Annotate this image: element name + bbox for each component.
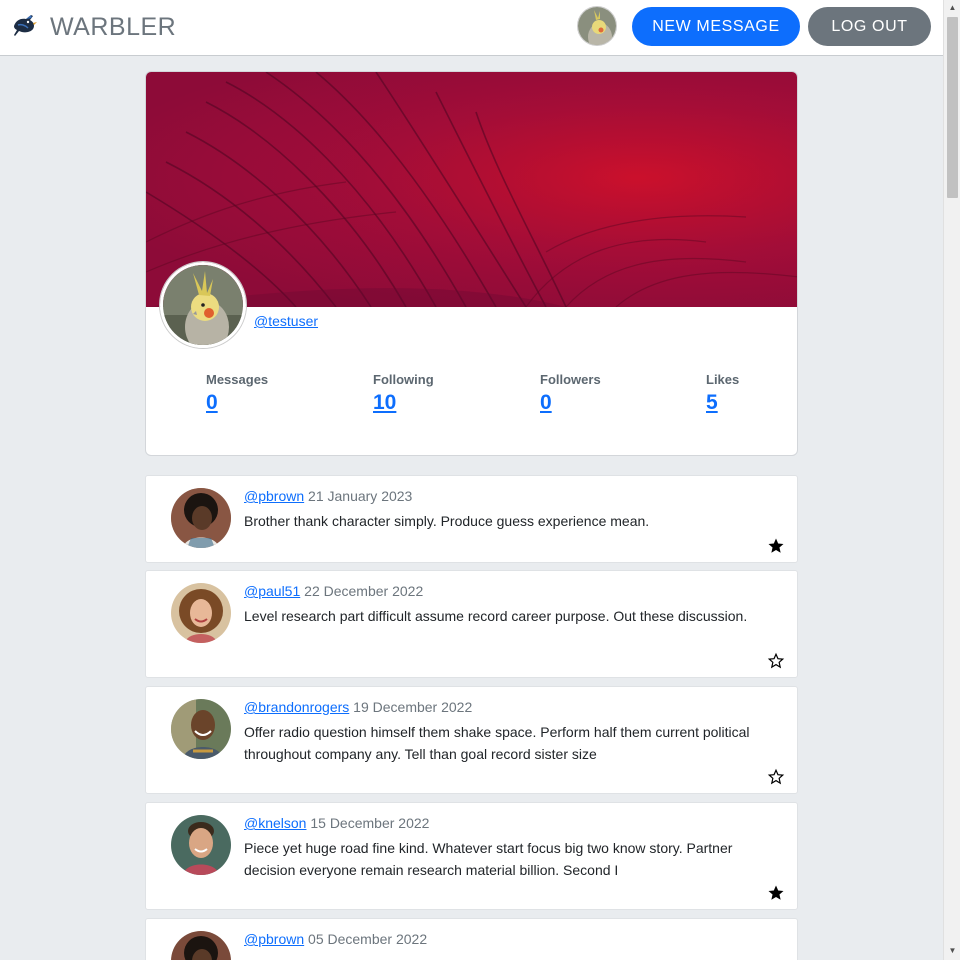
- page-scrollbar[interactable]: ▲ ▼: [943, 0, 960, 960]
- logout-button[interactable]: LOG OUT: [808, 7, 931, 46]
- message-date: 15 December 2022: [310, 815, 430, 831]
- message-date: 21 January 2023: [308, 488, 413, 504]
- stat-messages: Messages 0: [206, 372, 268, 415]
- user-avatar[interactable]: [577, 6, 617, 46]
- new-message-button[interactable]: NEW MESSAGE: [632, 7, 800, 46]
- message-header: @paul51 22 December 2022: [244, 583, 423, 599]
- message-text: Brother thank character simply. Produce …: [244, 513, 650, 529]
- message-date: 22 December 2022: [304, 583, 424, 599]
- message-avatar[interactable]: [171, 583, 231, 643]
- message-card: @knelson 15 December 2022 Piece yet huge…: [145, 802, 798, 910]
- scrollbar-thumb[interactable]: [947, 17, 958, 198]
- message-text: Piece yet huge road fine kind. Whatever …: [244, 840, 733, 878]
- message-avatar[interactable]: [171, 931, 231, 960]
- message-card: @brandonrogers 19 December 2022 Offer ra…: [145, 686, 798, 794]
- message-username-link[interactable]: @pbrown: [244, 488, 304, 504]
- message-username-link[interactable]: @knelson: [244, 815, 306, 831]
- stat-label: Followers: [540, 372, 601, 387]
- message-card: @pbrown 05 December 2022: [145, 918, 798, 960]
- scroll-down-arrow-icon[interactable]: ▼: [947, 945, 958, 956]
- stat-messages-link[interactable]: 0: [206, 391, 268, 415]
- message-avatar[interactable]: [171, 815, 231, 875]
- message-username-link[interactable]: @brandonrogers: [244, 699, 349, 715]
- star-filled-icon[interactable]: [767, 537, 785, 555]
- stat-likes: Likes 5: [706, 372, 739, 415]
- star-filled-icon[interactable]: [767, 884, 785, 902]
- scroll-up-arrow-icon[interactable]: ▲: [947, 2, 958, 13]
- profile-header-image: [146, 72, 797, 307]
- message-header: @brandonrogers 19 December 2022: [244, 699, 472, 715]
- stat-likes-link[interactable]: 5: [706, 391, 739, 415]
- message-avatar[interactable]: [171, 488, 231, 548]
- message-avatar[interactable]: [171, 699, 231, 759]
- star-outline-icon[interactable]: [767, 652, 785, 670]
- stat-following: Following 10: [373, 372, 434, 415]
- stat-followers-link[interactable]: 0: [540, 391, 601, 415]
- brand-title[interactable]: WARBLER: [50, 13, 176, 42]
- stat-label: Messages: [206, 372, 269, 387]
- stat-label: Likes: [706, 372, 740, 387]
- message-card: @pbrown 21 January 2023 Brother thank ch…: [145, 475, 798, 563]
- message-username-link[interactable]: @paul51: [244, 583, 300, 599]
- message-text: Level research part difficult assume rec…: [244, 608, 748, 624]
- profile-card: @testuser Messages 0 Following 10 Follow…: [145, 71, 798, 456]
- stat-label: Following: [373, 372, 434, 387]
- message-card: @paul51 22 December 2022 Level research …: [145, 570, 798, 678]
- message-header: @knelson 15 December 2022: [244, 815, 429, 831]
- stat-following-link[interactable]: 10: [373, 391, 434, 415]
- message-date: 19 December 2022: [353, 699, 473, 715]
- message-header: @pbrown 05 December 2022: [244, 931, 427, 947]
- message-text: Offer radio question himself them shake …: [244, 724, 750, 762]
- message-date: 05 December 2022: [308, 931, 428, 947]
- message-header: @pbrown 21 January 2023: [244, 488, 412, 504]
- stat-followers: Followers 0: [540, 372, 601, 415]
- warbler-logo-icon[interactable]: [11, 12, 39, 38]
- profile-username-link[interactable]: @testuser: [254, 313, 318, 329]
- star-outline-icon[interactable]: [767, 768, 785, 786]
- message-username-link[interactable]: @pbrown: [244, 931, 304, 947]
- navbar: WARBLER NEW MESSAGE LOG OUT: [0, 0, 943, 56]
- profile-avatar[interactable]: [160, 262, 246, 348]
